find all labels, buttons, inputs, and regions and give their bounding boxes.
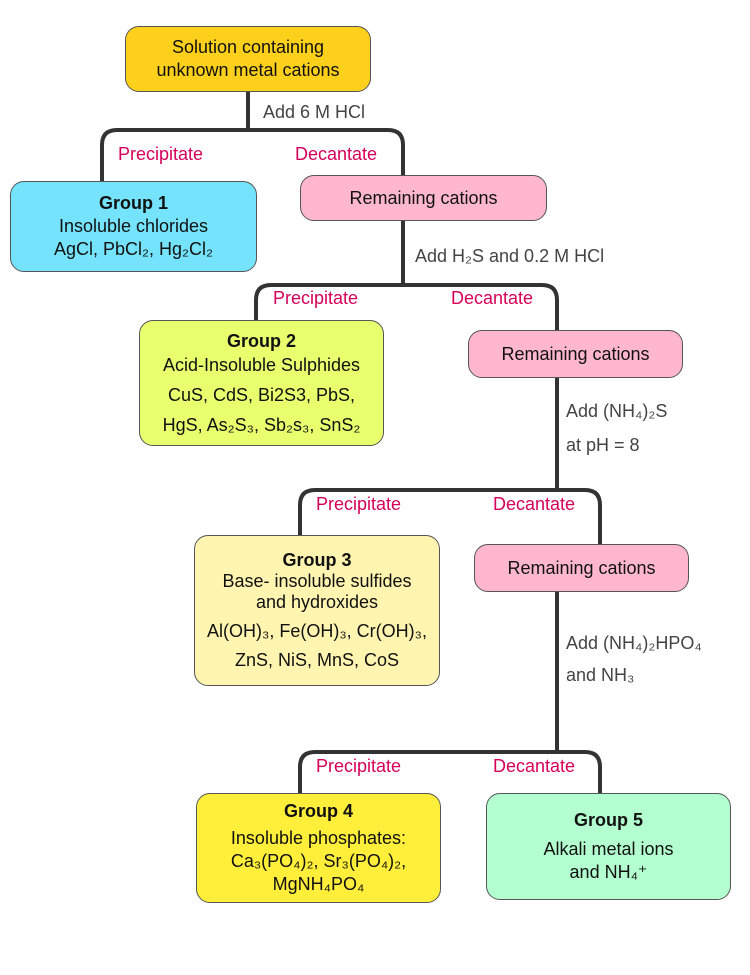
group-title: Group 3 (282, 550, 352, 570)
group-line: AgCl, PbCl₂, Hg₂Cl₂ (53, 239, 213, 259)
group-line: Ca₃(PO₄)₂, Sr₃(PO₄)₂, (230, 851, 407, 871)
group-title: Group 4 (283, 801, 353, 821)
group-line: Alkali metal ions (543, 839, 674, 859)
group-line: MgNH₄PO₄ (272, 874, 365, 894)
remaining-label: Remaining cations (501, 343, 650, 364)
start-line: Solution containing (171, 37, 325, 57)
group-4-box: Group 4 Insoluble phosphates: Ca₃(PO₄)₂,… (196, 793, 441, 903)
remaining-label: Remaining cations (507, 557, 656, 578)
reagent-label: Add (NH₄)₂HPO₄ (566, 633, 702, 653)
group-line: Al(OH)₃, Fe(OH)₃, Cr(OH)₃, (207, 621, 427, 641)
group-title: Group 5 (573, 810, 643, 830)
precipitate-label: Precipitate (118, 144, 204, 164)
start-line: unknown metal cations (156, 60, 340, 80)
group-5-box: Group 5 Alkali metal ions and NH₄⁺ (486, 793, 731, 900)
decantate-label: Decantate (493, 494, 576, 514)
decantate-label: Decantate (451, 288, 534, 308)
group-line: and hydroxides (255, 592, 379, 612)
remaining-cations-box: Remaining cations (474, 544, 689, 592)
group-line: and NH₄⁺ (569, 862, 648, 882)
remaining-cations-box: Remaining cations (468, 330, 683, 378)
group-line: ZnS, NiS, MnS, CoS (234, 650, 400, 670)
group-line: CuS, CdS, Bi2S3, PbS, (167, 385, 356, 405)
reagent-label: and NH₃ (566, 665, 635, 685)
precipitate-label: Precipitate (316, 756, 402, 776)
start-box: Solution containing unknown metal cation… (125, 26, 371, 92)
group-1-box: Group 1 Insoluble chlorides AgCl, PbCl₂,… (10, 181, 257, 272)
decantate-label: Decantate (295, 144, 378, 164)
precipitate-label: Precipitate (273, 288, 359, 308)
group-2-box: Group 2 Acid-Insoluble Sulphides CuS, Cd… (139, 320, 384, 446)
group-line: HgS, As₂S₃, Sb₂s₃, SnS₂ (162, 415, 361, 435)
group-line: Acid-Insoluble Sulphides (162, 355, 361, 375)
flowchart: Solution containing unknown metal cation… (0, 0, 750, 975)
reagent-label: Add 6 M HCl (263, 102, 366, 122)
group-line: Insoluble phosphates: (230, 828, 407, 848)
precipitate-label: Precipitate (316, 494, 402, 514)
group-3-box: Group 3 Base- insoluble sulfides and hyd… (194, 535, 440, 686)
decantate-label: Decantate (493, 756, 576, 776)
reagent-label: Add H₂S and 0.2 M HCl (415, 246, 605, 266)
group-line: Base- insoluble sulfides (222, 571, 412, 591)
group-title: Group 2 (226, 331, 296, 351)
group-line: Insoluble chlorides (58, 216, 209, 236)
reagent-label: Add (NH₄)₂S (566, 401, 668, 421)
group-title: Group 1 (98, 193, 168, 213)
reagent-label: at pH = 8 (566, 435, 640, 455)
remaining-cations-box: Remaining cations (300, 175, 547, 221)
remaining-label: Remaining cations (349, 187, 498, 208)
